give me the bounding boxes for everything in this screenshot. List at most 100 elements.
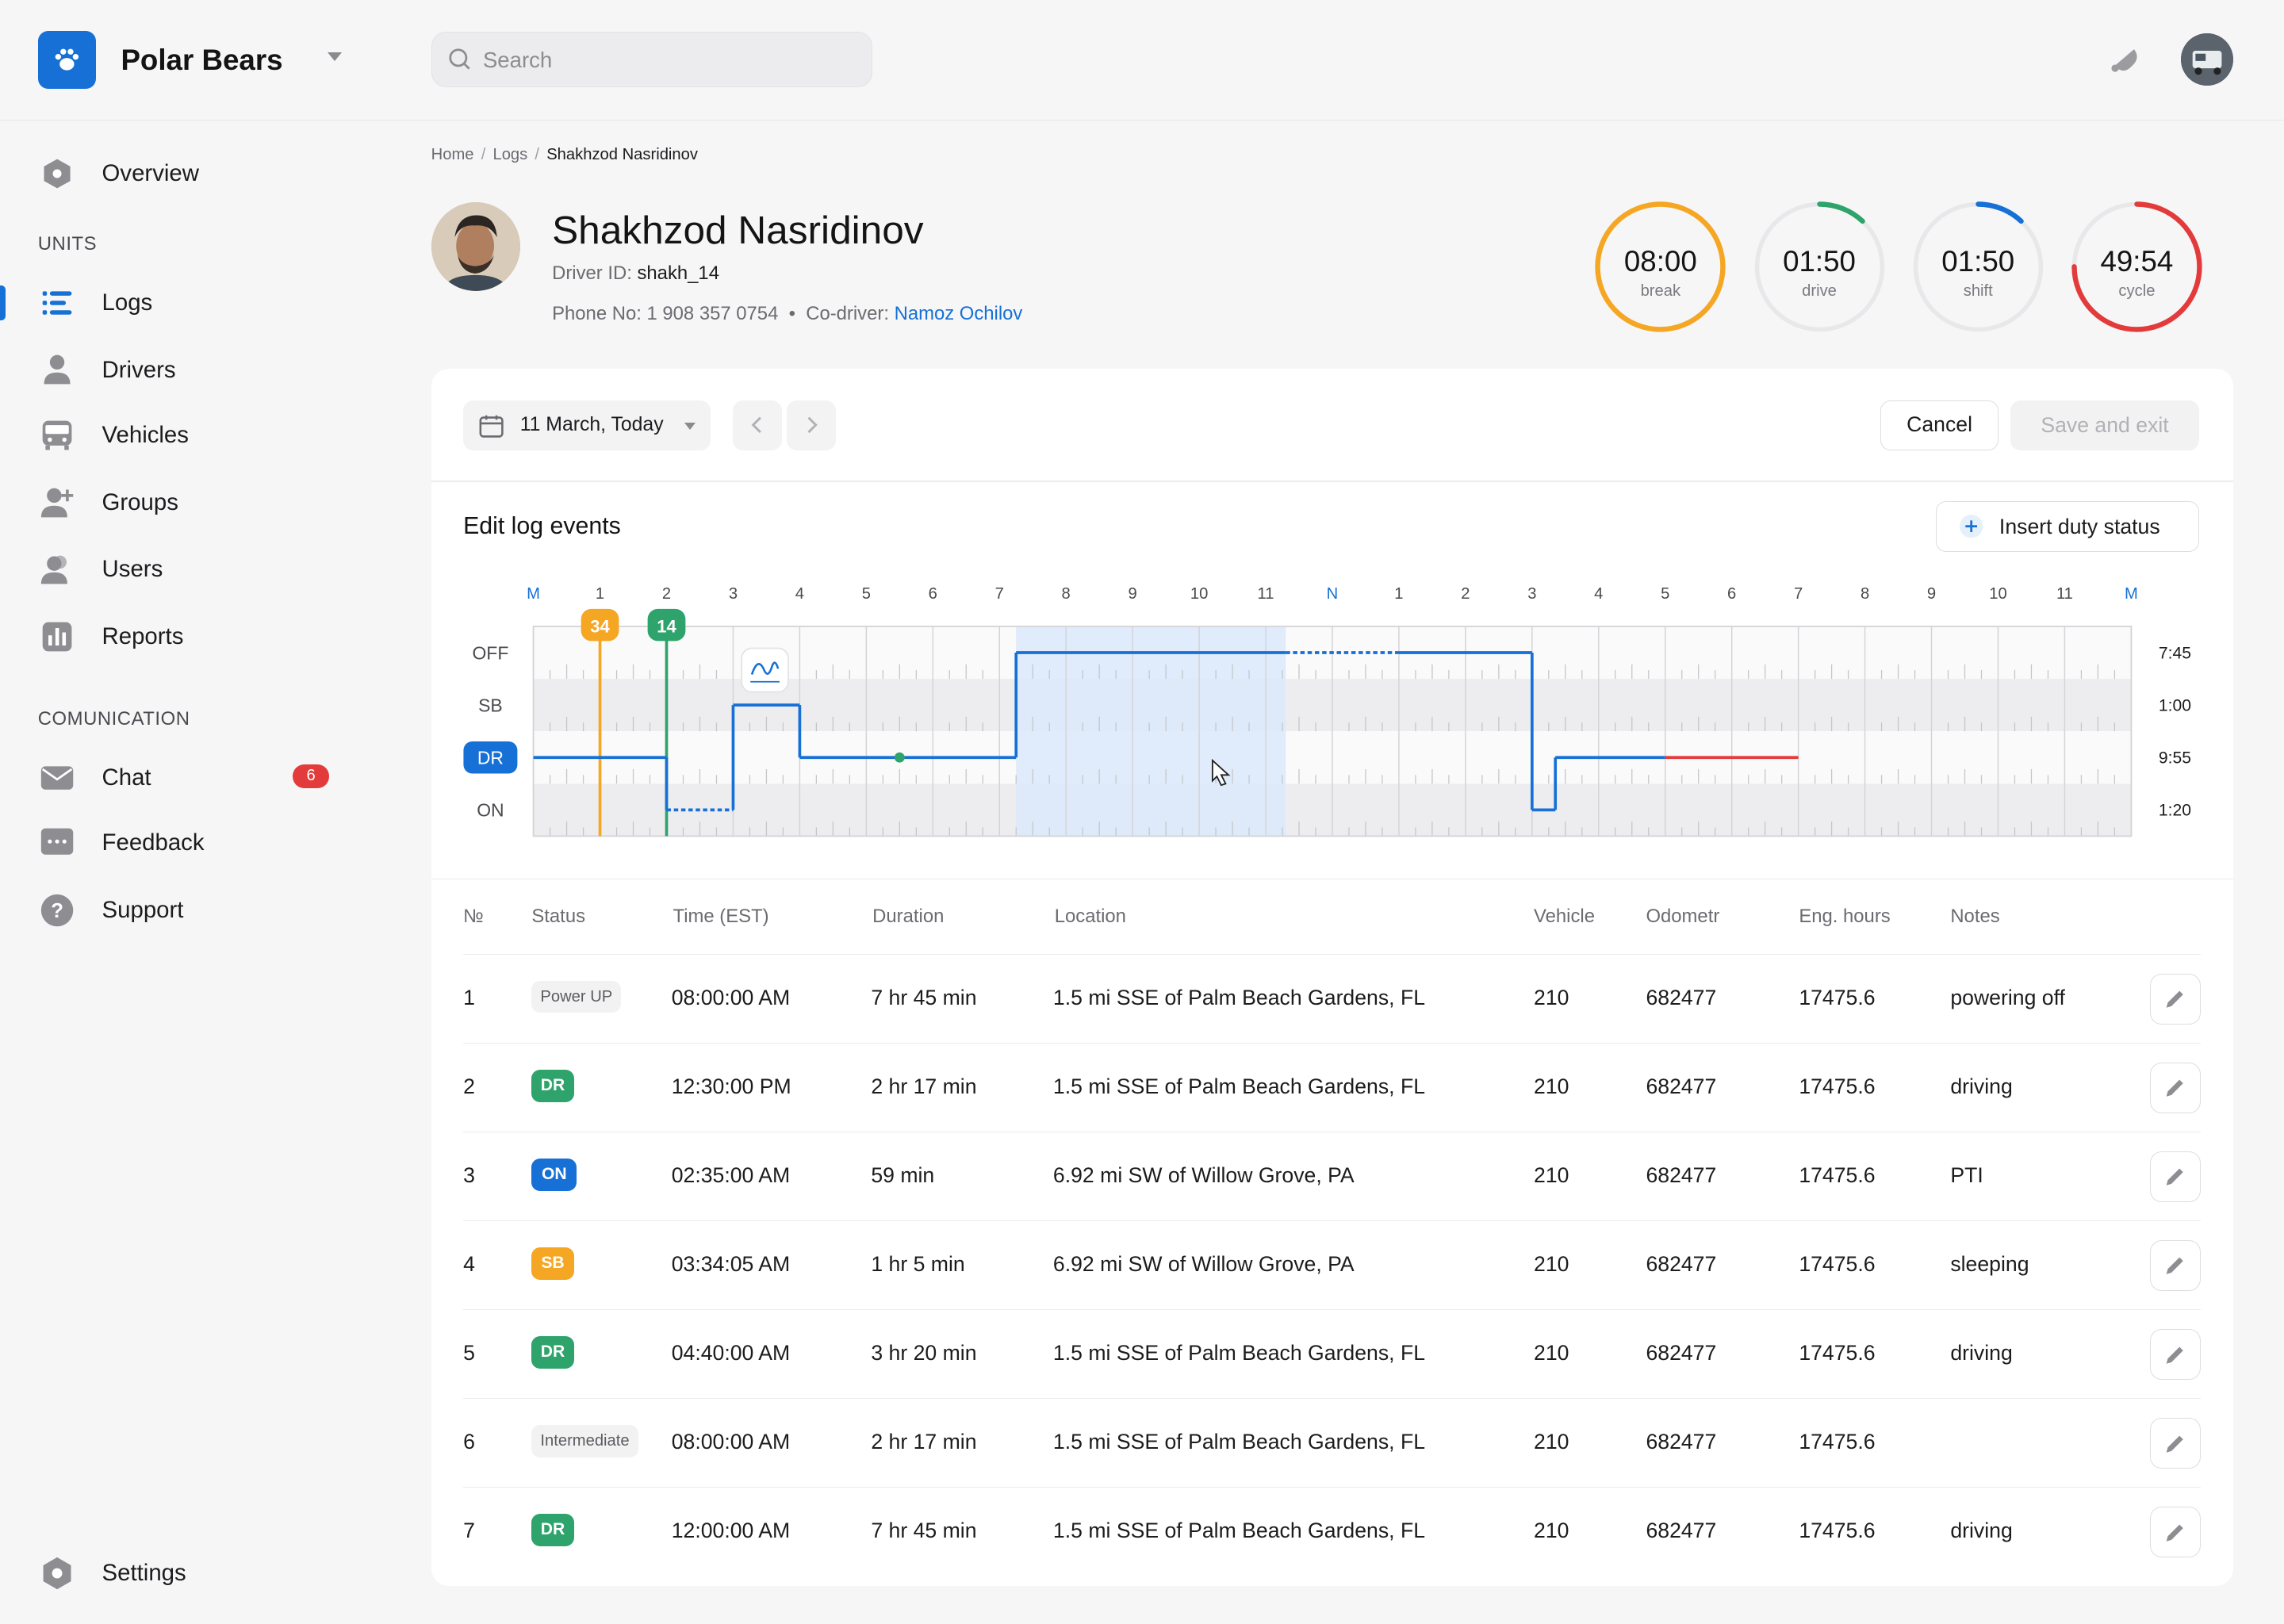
add-user-icon: [38, 484, 76, 522]
chart-hour-label: 11: [2056, 585, 2073, 603]
chevron-left-icon: [751, 417, 761, 434]
cell-odometer: 682477: [1646, 1340, 1717, 1365]
sidebar-item-vehicles[interactable]: Vehicles: [38, 414, 189, 458]
col-header-time: Time (EST): [673, 906, 769, 928]
edit-row-button[interactable]: [2149, 1329, 2202, 1381]
pencil-icon: [2167, 1346, 2184, 1364]
cell-notes: PTI: [1950, 1162, 1983, 1187]
table-row[interactable]: 6 Intermediate 08:00:00 AM 2 hr 17 min 1.5 m…: [463, 1398, 2202, 1488]
table-row[interactable]: 1 Power UP 08:00:00 AM 7 hr 45 min 1.5 mi SS…: [463, 954, 2202, 1044]
duty-status-chart[interactable]: M 1 2 3 4 5 6 7 8 9 10 11 N 1 2 3 4 5 6 7 8 9 10 11 MOFF 7:45SB 1:…: [431, 573, 2233, 864]
user-avatar[interactable]: [2180, 33, 2233, 86]
cell-location: 1.5 mi SSE of Palm Beach Gardens, FL: [1052, 1074, 1426, 1098]
cell-vehicle: 210: [1534, 1340, 1569, 1365]
chart-row-label[interactable]: SB: [478, 695, 503, 715]
cell-eng-hours: 17475.6: [1799, 1251, 1876, 1276]
insert-button-label: Insert duty status: [1998, 515, 2160, 539]
cell-duration: 2 hr 17 min: [871, 1074, 977, 1098]
cell-duration: 3 hr 20 min: [871, 1340, 977, 1365]
cell-time: 04:40:00 AM: [671, 1340, 791, 1365]
cell-time: 12:00:00 AM: [671, 1518, 791, 1542]
chart-hour-label: 9: [1927, 585, 1936, 603]
breadcrumb-logs[interactable]: Logs: [492, 146, 527, 163]
cell-odometer: 682477: [1646, 1518, 1717, 1542]
edit-row-button[interactable]: [2149, 1151, 2202, 1203]
breadcrumb: Home / Logs / Shakhzod Nasridinov: [431, 145, 698, 163]
edit-row-button[interactable]: [2149, 1062, 2202, 1114]
sidebar-item-logs[interactable]: Logs: [38, 281, 152, 324]
bell-icon[interactable]: [2106, 42, 2141, 83]
sidebar-item-support[interactable]: ? Support: [38, 888, 183, 932]
table-row[interactable]: 7 DR 12:00:00 AM 7 hr 45 min 1.5 mi SSE of P…: [463, 1487, 2202, 1576]
edit-row-button[interactable]: [2149, 1507, 2202, 1558]
codriver-link[interactable]: Namoz Ochilov: [895, 303, 1023, 324]
cell-number: 2: [463, 1074, 475, 1098]
sidebar-item-overview[interactable]: Overview: [38, 151, 199, 195]
chevron-down-icon[interactable]: [328, 52, 343, 62]
chart-hour-label: 3: [728, 585, 737, 603]
chart-row-total: 9:55: [2159, 749, 2191, 767]
chart-hour-label: 9: [1128, 585, 1136, 603]
cell-vehicle: 210: [1534, 1429, 1569, 1454]
prev-day-button[interactable]: [732, 400, 783, 450]
date-label: 11 March, Today: [519, 413, 664, 435]
table-row[interactable]: 5 DR 04:40:00 AM 3 hr 20 min 1.5 mi SSE of P…: [463, 1309, 2202, 1399]
cell-number: 1: [463, 985, 475, 1009]
cycle-timer: 49:54 cycle: [2070, 200, 2204, 334]
chart-hour-label: 2: [1461, 585, 1470, 603]
chevron-right-icon: [807, 417, 818, 434]
cell-location: 6.92 mi SW of Willow Grove, PA: [1052, 1251, 1355, 1276]
paw-logo-icon[interactable]: [37, 30, 97, 90]
chart-hour-label: 11: [1257, 585, 1274, 603]
message-icon: [38, 825, 76, 863]
sidebar-item-drivers[interactable]: Drivers: [38, 348, 176, 392]
timer-value: 01:50: [1941, 244, 2015, 278]
section-title: Edit log events: [463, 512, 621, 539]
status-badge: DR: [531, 1070, 574, 1102]
edit-row-button[interactable]: [2149, 1240, 2202, 1292]
next-day-button[interactable]: [786, 400, 837, 450]
chart-row-label[interactable]: OFF: [472, 642, 508, 663]
sidebar-item-label: Reports: [102, 622, 184, 649]
status-badge: Intermediate: [531, 1425, 638, 1457]
search-input[interactable]: Search: [431, 32, 873, 88]
breadcrumb-home[interactable]: Home: [431, 146, 474, 163]
chart-hour-label: M: [2125, 585, 2138, 603]
list-icon: [38, 284, 76, 322]
edit-row-button[interactable]: [2149, 1418, 2202, 1469]
insert-duty-status-button[interactable]: Insert duty status: [1935, 500, 2200, 553]
chart-hour-label: 1: [1394, 585, 1403, 603]
table-row[interactable]: 2 DR 12:30:00 PM 2 hr 17 min 1.5 mi SSE of P…: [463, 1043, 2202, 1132]
save-and-exit-button[interactable]: Save and exit: [2010, 400, 2200, 450]
cell-odometer: 682477: [1646, 1162, 1717, 1187]
chart-event-dot[interactable]: [894, 752, 905, 763]
chart-row-total: 7:45: [2159, 644, 2191, 662]
cell-number: 7: [463, 1518, 475, 1542]
sidebar-item-reports[interactable]: Reports: [38, 615, 184, 658]
chart-row-label[interactable]: DR: [477, 747, 503, 768]
sidebar-item-chat[interactable]: Chat: [38, 756, 151, 799]
sidebar-item-users[interactable]: Users: [38, 548, 163, 592]
edit-row-button[interactable]: [2149, 973, 2202, 1025]
sidebar-item-label: Drivers: [102, 356, 176, 383]
cell-time: 12:30:00 PM: [671, 1074, 791, 1098]
chart-selection[interactable]: [1015, 626, 1286, 837]
sidebar-item-groups[interactable]: Groups: [38, 481, 178, 524]
sidebar-item-label: Overview: [102, 159, 199, 186]
pencil-icon: [2167, 1079, 2184, 1097]
date-picker[interactable]: 11 March, Today: [463, 400, 711, 450]
table-row[interactable]: 3 ON 02:35:00 AM 59 min 6.92 mi SW of Willow…: [463, 1132, 2202, 1221]
cell-notes: sleeping: [1950, 1251, 2029, 1276]
sidebar-item-feedback[interactable]: Feedback: [38, 822, 205, 865]
cancel-button[interactable]: Cancel: [1880, 400, 1998, 450]
cell-notes: driving: [1950, 1074, 2013, 1098]
driver-id: Driver ID: shakh_14: [552, 262, 719, 285]
table-row[interactable]: 4 SB 03:34:05 AM 1 hr 5 min 6.92 mi SW of Wi…: [463, 1220, 2202, 1310]
chart-row-label[interactable]: ON: [477, 799, 504, 820]
cell-duration: 59 min: [871, 1162, 935, 1187]
search-icon: [449, 48, 470, 70]
cell-duration: 2 hr 17 min: [871, 1429, 977, 1454]
cell-vehicle: 210: [1534, 1162, 1569, 1187]
sidebar-item-settings[interactable]: Settings: [38, 1551, 186, 1595]
status-badge: DR: [531, 1514, 574, 1546]
